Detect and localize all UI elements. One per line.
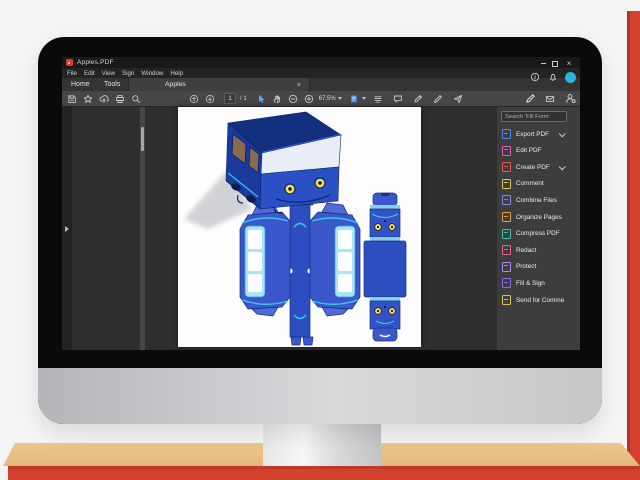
tab-home[interactable]: Home (71, 78, 90, 91)
zoom-in-icon[interactable] (303, 93, 315, 105)
pdf-page-artwork (184, 111, 407, 346)
save-icon[interactable] (66, 93, 78, 105)
envelope-icon[interactable] (544, 93, 556, 105)
menu-file[interactable]: File (67, 70, 77, 77)
menu-window[interactable]: Window (141, 70, 163, 77)
fill-sign-pen-icon[interactable] (524, 93, 536, 105)
panel-item-combine-files[interactable]: Combine Files (502, 193, 572, 207)
protect-icon (502, 261, 511, 272)
minimize-button[interactable] (538, 60, 548, 67)
panel-item-fill-sign[interactable]: Fill & Sign (502, 276, 572, 290)
comment-tool-icon (502, 178, 511, 189)
menu-view[interactable]: View (102, 70, 115, 77)
hand-tool-icon[interactable] (271, 93, 283, 105)
scroll-mode-icon[interactable] (372, 93, 384, 105)
pdf-page[interactable] (178, 107, 421, 347)
search-icon[interactable] (130, 93, 142, 105)
papercraft-template (239, 192, 407, 346)
maximize-button[interactable] (550, 60, 560, 67)
left-nav-rail (62, 107, 72, 350)
tools-panel: Export PDF Edit PDF Create PDF Co (497, 107, 580, 350)
fill-sign-icon (502, 278, 511, 289)
panel-item-edit-pdf[interactable]: Edit PDF (502, 144, 572, 158)
panel-item-comment[interactable]: Comment (502, 177, 572, 191)
edit-pdf-icon (502, 145, 511, 156)
scene: Apples.PDF × File Edit View Sign Window … (0, 0, 640, 480)
document-tab-label: Apples (165, 81, 186, 88)
chevron-down-icon[interactable] (558, 162, 566, 171)
panel-item-export-pdf[interactable]: Export PDF (502, 127, 572, 141)
menu-help[interactable]: Help (170, 70, 183, 77)
expand-panel-arrow-icon[interactable] (65, 226, 69, 232)
export-pdf-icon (502, 129, 511, 139)
zoom-level-value[interactable]: 67.5% (319, 96, 336, 102)
monitor-stand (263, 424, 381, 466)
panel-scrollbar-thumb[interactable] (141, 127, 144, 151)
sign-icon[interactable] (432, 93, 444, 105)
monitor-chin (38, 368, 602, 424)
page-total-label: / 1 (240, 95, 247, 102)
next-page-icon[interactable] (204, 93, 216, 105)
chevron-down-icon[interactable] (558, 129, 566, 137)
person-gear-icon[interactable] (564, 93, 576, 105)
panel-item-send-for-comments[interactable]: Send for Comme (502, 293, 572, 307)
send-for-comments-icon (502, 295, 511, 305)
bell-icon[interactable] (547, 71, 559, 83)
window-title: Apples.PDF (77, 59, 114, 66)
compress-pdf-icon (502, 228, 511, 239)
select-cursor-icon[interactable] (255, 93, 267, 105)
panel-item-redact[interactable]: Redact (502, 243, 572, 257)
menu-sign[interactable]: Sign (122, 70, 134, 77)
document-tab-close-icon[interactable]: × (297, 80, 301, 89)
acrobat-window: Apples.PDF × File Edit View Sign Window … (62, 57, 580, 350)
monitor: Apples.PDF × File Edit View Sign Window … (38, 37, 602, 424)
combine-files-icon (502, 195, 511, 206)
toolbar: 1 / 1 67.5% (62, 91, 580, 107)
zoom-dropdown-icon[interactable] (337, 97, 342, 100)
document-tab[interactable]: Apples × (128, 78, 310, 91)
send-icon[interactable] (452, 93, 464, 105)
account-cluster (529, 71, 576, 83)
previous-page-icon[interactable] (188, 93, 200, 105)
menu-bar: File Edit View Sign Window Help (62, 68, 580, 78)
panel-item-compress-pdf[interactable]: Compress PDF (502, 227, 572, 241)
panel-item-organize-pages[interactable]: Organize Pages (502, 210, 572, 224)
page-number-input[interactable]: 1 (224, 93, 236, 104)
document-area: Export PDF Edit PDF Create PDF Co (62, 107, 580, 350)
panel-item-create-pdf[interactable]: Create PDF (502, 160, 572, 174)
page-view-dropdown-icon[interactable] (361, 97, 366, 100)
menu-edit[interactable]: Edit (84, 70, 95, 77)
tab-tools[interactable]: Tools (104, 78, 120, 91)
avatar[interactable] (565, 71, 576, 83)
red-accent-bar-right (627, 11, 640, 467)
print-icon[interactable] (114, 93, 126, 105)
organize-pages-icon (502, 212, 511, 222)
pencil-icon[interactable] (412, 93, 424, 105)
zoom-out-icon[interactable] (287, 93, 299, 105)
star-icon[interactable] (82, 93, 94, 105)
close-button[interactable]: × (564, 59, 574, 67)
acrobat-logo-icon (66, 59, 73, 66)
tab-bar: Home Tools Apples × (62, 78, 580, 91)
red-accent-bar-bottom (8, 466, 640, 480)
page-view-icon[interactable] (348, 93, 360, 105)
title-bar: Apples.PDF × (62, 57, 580, 68)
redact-icon (502, 245, 511, 256)
panel-search-input[interactable] (501, 111, 567, 122)
panel-item-protect[interactable]: Protect (502, 260, 572, 274)
create-pdf-icon (502, 162, 511, 173)
info-icon[interactable] (529, 71, 541, 83)
cloud-upload-icon[interactable] (98, 93, 110, 105)
comment-icon[interactable] (392, 93, 404, 105)
